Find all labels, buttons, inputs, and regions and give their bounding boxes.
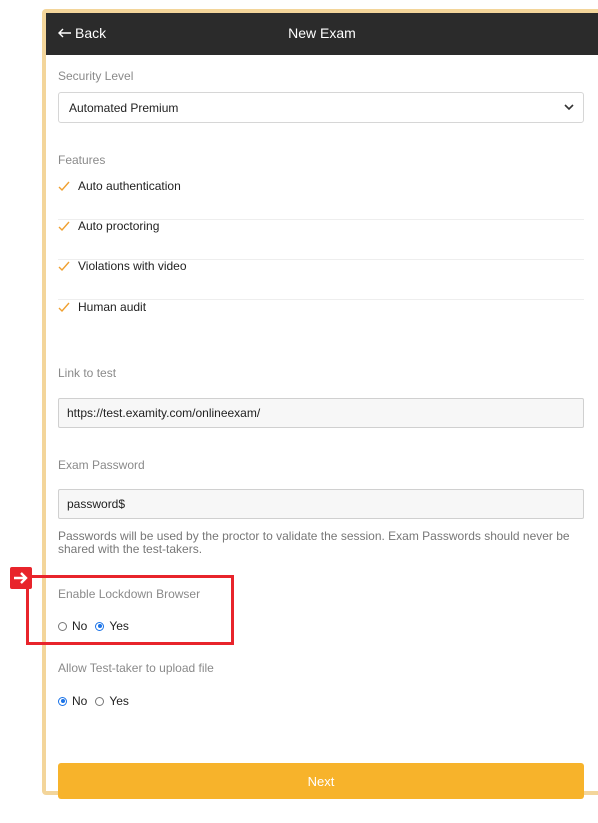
security-level-select[interactable]: Automated Premium	[58, 92, 584, 123]
exam-password-input[interactable]: password$	[58, 489, 584, 519]
upload-yes-label: Yes	[109, 694, 129, 708]
feature-item: Violations with video	[58, 259, 584, 300]
check-icon	[58, 221, 70, 231]
features-label: Features	[58, 153, 106, 167]
check-icon	[58, 302, 70, 312]
check-icon	[58, 181, 70, 191]
next-button[interactable]: Next	[58, 763, 584, 799]
security-level-value: Automated Premium	[69, 101, 179, 115]
password-help-text: Passwords will be used by the proctor to…	[58, 529, 570, 556]
page-title: New Exam	[288, 25, 356, 41]
upload-file-label: Allow Test-taker to upload file	[58, 661, 214, 675]
upload-yes-radio[interactable]	[95, 696, 105, 706]
upload-no-label: No	[72, 694, 88, 708]
feature-label: Auto authentication	[78, 179, 181, 193]
check-icon	[58, 261, 70, 271]
feature-item: Auto authentication	[58, 179, 584, 220]
feature-label: Auto proctoring	[78, 219, 160, 233]
arrow-right-icon	[10, 567, 32, 589]
highlight-box	[26, 575, 234, 645]
feature-item: Auto proctoring	[58, 219, 584, 260]
link-to-test-label: Link to test	[58, 366, 117, 380]
feature-label: Violations with video	[78, 259, 187, 273]
feature-item: Human audit	[58, 300, 584, 340]
new-exam-panel: Back New Exam Security Level Automated P…	[46, 13, 598, 799]
header-bar: Back New Exam	[46, 13, 598, 55]
upload-no-radio[interactable]	[58, 696, 67, 706]
feature-label: Human audit	[78, 300, 147, 314]
link-to-test-input[interactable]: https://test.examity.com/onlineexam/	[58, 398, 584, 428]
security-level-label: Security Level	[58, 69, 134, 83]
chevron-down-icon	[564, 104, 574, 111]
exam-password-label: Exam Password	[58, 458, 145, 472]
upload-radio-group: No Yes	[58, 694, 137, 708]
